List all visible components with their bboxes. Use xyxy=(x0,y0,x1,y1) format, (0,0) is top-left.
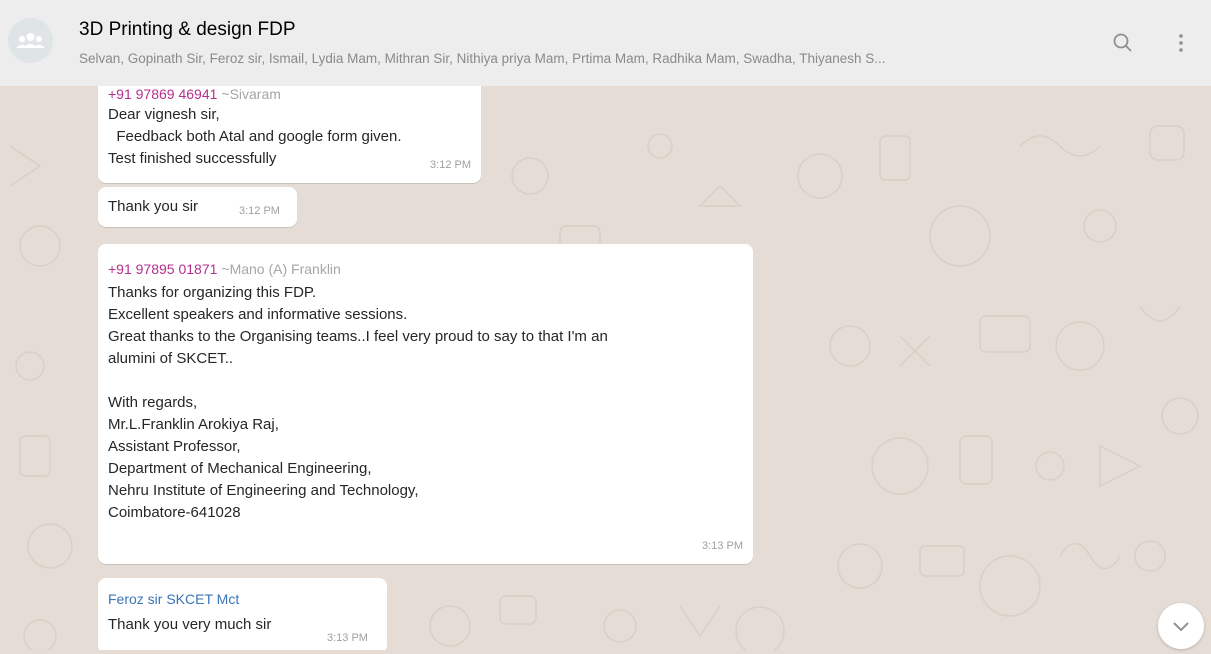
message-text-line: Feedback both Atal and google form given… xyxy=(108,128,402,145)
sender-phone[interactable]: +91 97895 01871 xyxy=(108,261,217,277)
sender-alias: ~Sivaram xyxy=(221,86,281,102)
message-text-line: Thanks for organizing this FDP. xyxy=(108,284,317,301)
sender-alias: ~Mano (A) Franklin xyxy=(221,261,341,277)
message-sender: +91 97895 01871 ~Mano (A) Franklin xyxy=(108,259,743,279)
message-text-line: Great thanks to the Organising teams..I … xyxy=(108,328,608,345)
search-icon[interactable] xyxy=(1110,30,1136,56)
message-text-line xyxy=(108,370,743,392)
message-text-line: Dear vignesh sir, xyxy=(108,106,220,123)
group-avatar-icon[interactable] xyxy=(8,18,53,63)
message-time: 3:13 PM xyxy=(327,632,368,644)
message-text-line: Nehru Institute of Engineering and Techn… xyxy=(108,482,419,499)
message-text-line: Department of Mechanical Engineering, xyxy=(108,460,372,477)
sender-phone[interactable]: +91 97869 46941 xyxy=(108,86,217,102)
message-time: 3:12 PM xyxy=(430,159,471,171)
message-bubble[interactable]: Feroz sir SKCET Mct Thank you very much … xyxy=(98,578,387,650)
message-time: 3:13 PM xyxy=(702,540,743,552)
participant-list: Selvan, Gopinath Sir, Feroz sir, Ismail,… xyxy=(79,51,886,66)
message-text-line: With regards, xyxy=(108,394,198,411)
message-text-line: Coimbatore-641028 xyxy=(108,504,241,521)
scroll-down-button[interactable] xyxy=(1158,603,1204,649)
message-text-line: Test finished successfully xyxy=(108,150,277,167)
message-text-line: Assistant Professor, xyxy=(108,438,241,455)
message-bubble[interactable]: +91 97895 01871 ~Mano (A) Franklin Thanks… xyxy=(98,244,753,564)
message-list[interactable]: +91 97869 46941 ~Sivaram Dear vignesh sir… xyxy=(0,86,1211,650)
message-text-line: Excellent speakers and informative sessi… xyxy=(108,306,408,323)
sender-name[interactable]: Feroz sir SKCET Mct xyxy=(108,589,377,609)
message-text-line: Mr.L.Franklin Arokiya Raj, xyxy=(108,416,279,433)
message-text-line: alumini of SKCET.. xyxy=(108,350,234,367)
chat-header[interactable]: 3D Printing & design FDP Selvan, Gopinat… xyxy=(0,0,1211,86)
message-time: 3:12 PM xyxy=(239,205,280,217)
message-sender: +91 97869 46941 ~Sivaram xyxy=(108,86,471,104)
message-bubble[interactable]: +91 97869 46941 ~Sivaram Dear vignesh sir… xyxy=(98,86,481,183)
chat-title: 3D Printing & design FDP xyxy=(79,19,296,40)
message-bubble[interactable]: Thank you sir 3:12 PM xyxy=(98,187,297,227)
chevron-down-icon xyxy=(1173,622,1189,632)
menu-dots-icon[interactable] xyxy=(1168,30,1194,56)
